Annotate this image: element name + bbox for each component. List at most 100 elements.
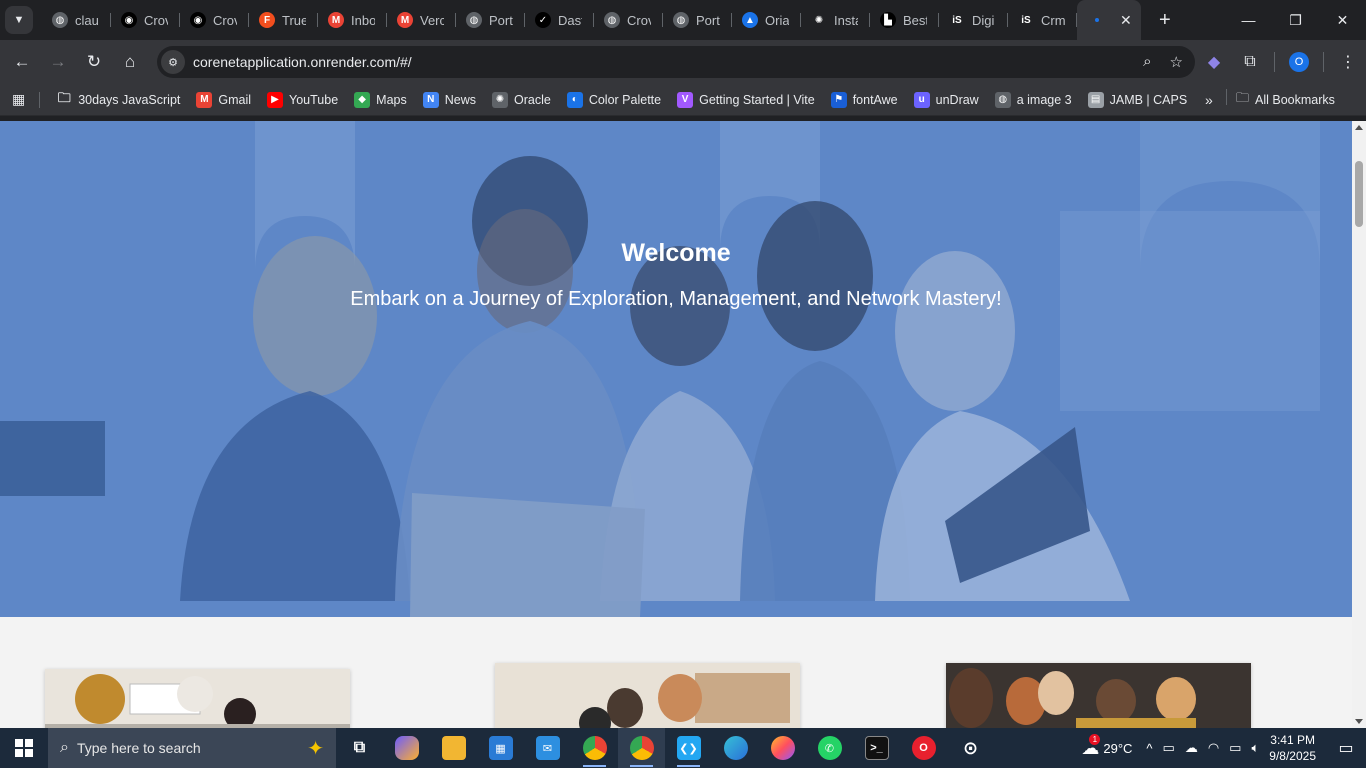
close-icon[interactable]: ✕ (1120, 12, 1132, 29)
tab[interactable]: M Verc (387, 0, 456, 40)
home-icon[interactable]: ⌂ (112, 44, 148, 80)
tab[interactable]: M Inbo (318, 0, 387, 40)
volume-icon[interactable]: 🔈︎ (1251, 740, 1259, 756)
terminal-icon[interactable]: >_ (853, 728, 900, 768)
chevron-down-icon: ▼ (13, 14, 25, 26)
search-placeholder: Type here to search (76, 740, 201, 756)
more-bookmarks-icon[interactable]: » (1205, 92, 1213, 108)
mail-icon[interactable]: ✉ (524, 728, 571, 768)
taskbar-search[interactable]: ⌕ Type here to search ✦ (48, 728, 336, 768)
restore-icon[interactable]: ❐ (1272, 0, 1319, 40)
extension-icon[interactable]: ◆ (1196, 44, 1232, 80)
scroll-up-icon[interactable] (1355, 125, 1363, 130)
tab[interactable]: F True (249, 0, 318, 40)
vscode-icon[interactable]: ❮❯ (665, 728, 712, 768)
tab-active[interactable]: ✕ (1077, 0, 1141, 40)
microsoft-store-icon[interactable]: ▦ (477, 728, 524, 768)
news-icon: N (422, 91, 439, 108)
edge-icon[interactable] (712, 728, 759, 768)
all-bookmarks-button[interactable]: 🗀 All Bookmarks (1226, 88, 1335, 111)
menu-icon[interactable]: ⋮ (1330, 44, 1366, 80)
tab[interactable]: ▲ Oria (732, 0, 801, 40)
bookmark-item[interactable]: N News (422, 91, 476, 108)
tab[interactable]: iS Crm (1008, 0, 1077, 40)
site-info-icon[interactable]: ⚙ (161, 50, 185, 74)
new-tab-button[interactable]: + (1159, 9, 1171, 32)
tab[interactable]: ◍ Port (456, 0, 525, 40)
bookmark-item[interactable]: M Gmail (196, 91, 252, 108)
extensions-puzzle-icon[interactable]: ⧉ (1232, 44, 1268, 80)
chrome-glyph (582, 736, 607, 760)
feature-card-2[interactable] (495, 663, 800, 728)
zoom-icon[interactable]: ⌕ (1143, 53, 1151, 71)
figma-icon: F (259, 12, 275, 28)
page-scrollbar[interactable] (1352, 121, 1366, 728)
minimize-icon[interactable]: — (1225, 0, 1272, 40)
weather-widget[interactable]: ☁ 1 29°C (1081, 733, 1132, 759)
bookmark-label: 30days JavaScript (78, 92, 181, 107)
bookmark-item[interactable]: ⚑ fontAwe (830, 91, 898, 108)
bookmark-label: Gmail (218, 92, 252, 107)
tab-search-button[interactable]: ▼ (5, 6, 33, 34)
forward-icon[interactable]: → (40, 44, 76, 80)
tab[interactable]: ◉ Crov (180, 0, 249, 40)
task-view-icon[interactable]: ⧉ (336, 728, 383, 768)
app-icon[interactable]: ⊙ (947, 728, 994, 768)
terminal-glyph: >_ (864, 736, 889, 760)
bookmark-item[interactable]: ◆ Maps (354, 91, 407, 108)
url-text[interactable]: corenetapplication.onrender.com/#/ (193, 54, 412, 70)
tab[interactable]: iS Digi (939, 0, 1008, 40)
chrome-profile-icon[interactable] (618, 728, 665, 768)
toolbar-divider (1323, 52, 1324, 72)
back-icon[interactable]: ← (4, 44, 40, 80)
onedrive-icon[interactable]: ☁ (1185, 740, 1198, 756)
bookmark-label: Oracle (514, 92, 551, 107)
copilot-icon[interactable] (383, 728, 430, 768)
reload-icon[interactable]: ↻ (76, 44, 112, 80)
tab[interactable]: ▙ Best (870, 0, 939, 40)
tab[interactable]: ✺ Insta (801, 0, 870, 40)
apps-grid-icon[interactable]: ▦ (12, 91, 25, 108)
tab[interactable]: ✓ Dast (525, 0, 594, 40)
tab[interactable]: ◍ Crov (594, 0, 663, 40)
close-window-icon[interactable]: ✕ (1319, 0, 1366, 40)
scroll-down-icon[interactable] (1355, 719, 1363, 724)
bookmark-item[interactable]: ◍ a image 3 (994, 91, 1072, 108)
bookmark-item[interactable]: ▤ JAMB | CAPS (1087, 91, 1187, 108)
profile-button[interactable]: O (1281, 44, 1317, 80)
bookmark-item[interactable]: ✺ Oracle (492, 91, 551, 108)
copilot-spark-icon[interactable]: ✦ (307, 736, 324, 761)
address-bar[interactable]: ⚙ corenetapplication.onrender.com/#/ ⌕ ☆ (157, 46, 1195, 78)
bookmark-label: YouTube (289, 92, 339, 107)
github-icon: ◉ (121, 12, 137, 28)
whatsapp-icon[interactable]: ✆ (806, 728, 853, 768)
feature-card-3[interactable] (946, 663, 1251, 728)
firefox-icon[interactable] (759, 728, 806, 768)
bookmark-item[interactable]: u unDraw (913, 91, 979, 108)
windows-taskbar: ⌕ Type here to search ✦ ⧉ ▦ ✉ ❮❯ ✆ >_ O … (0, 728, 1366, 768)
windows-start-icon[interactable] (0, 728, 48, 768)
opera-icon[interactable]: O (900, 728, 947, 768)
tab[interactable]: ◉ Crov (111, 0, 180, 40)
globe-icon: ◍ (604, 12, 620, 28)
chrome-icon[interactable] (571, 728, 618, 768)
battery-icon[interactable]: ▭ (1229, 740, 1241, 756)
meet-icon[interactable]: ▭ (1163, 740, 1175, 756)
wifi-icon[interactable]: ◠ (1208, 740, 1219, 756)
bookmark-item[interactable]: V Getting Started | Vite (677, 91, 815, 108)
bookmark-item[interactable]: ▶ YouTube (267, 91, 339, 108)
bookmark-item[interactable]: ◐ Color Palette (566, 91, 661, 108)
tab[interactable]: ◍ Port (663, 0, 732, 40)
bookmark-item[interactable]: 🗀 30days JavaScript (56, 89, 181, 108)
bookmark-star-icon[interactable]: ☆ (1170, 53, 1183, 71)
chrome-glyph (629, 736, 654, 760)
feature-card-1[interactable] (45, 669, 350, 728)
file-explorer-icon[interactable] (430, 728, 477, 768)
folder-icon: 🗀 (57, 89, 71, 105)
tab[interactable]: ◍ clau (42, 0, 111, 40)
scrollbar-thumb[interactable] (1355, 161, 1363, 227)
notification-icon[interactable]: ▭ (1326, 728, 1366, 768)
chevron-up-icon[interactable]: ^ (1146, 741, 1152, 756)
vscode-glyph: ❮❯ (676, 736, 701, 760)
clock[interactable]: 3:41 PM 9/8/2025 (1269, 732, 1316, 764)
